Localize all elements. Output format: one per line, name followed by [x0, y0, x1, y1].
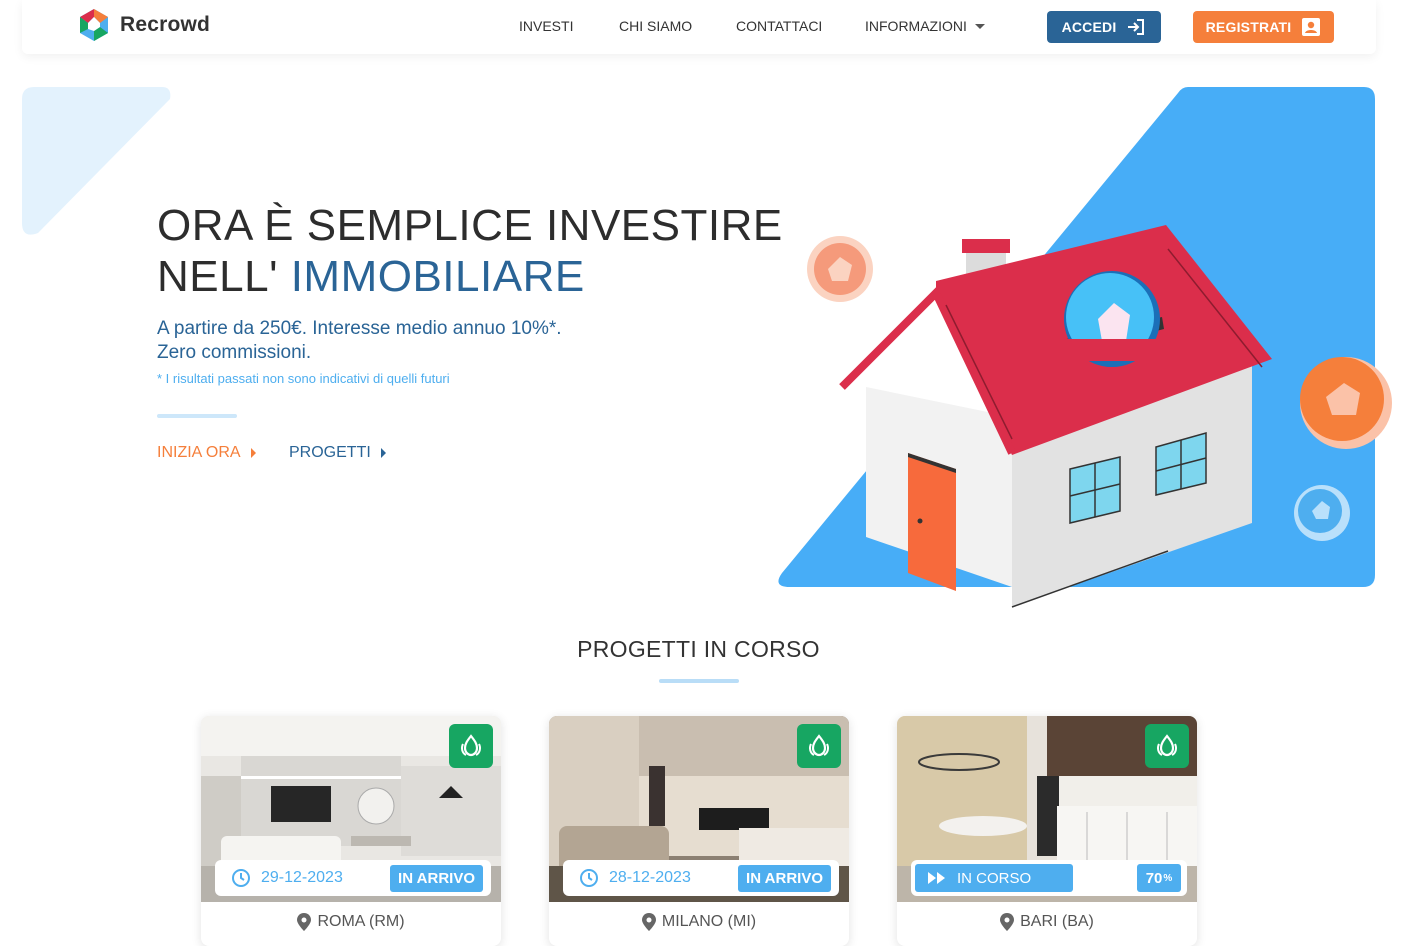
hero-subtitle: A partire da 250€. Interesse medio annuo… [157, 317, 562, 365]
project-card-bari[interactable]: IN CORSO 70% BARI (BA) [897, 716, 1197, 946]
hero-title-accent: IMMOBILIARE [290, 252, 585, 301]
hero-subtitle-line1: A partire da 250€. Interesse medio annuo… [157, 318, 562, 339]
project-status-bar: 28-12-2023 IN ARRIVO [563, 860, 839, 896]
project-photo: 28-12-2023 IN ARRIVO [549, 716, 849, 902]
login-button[interactable]: ACCEDI [1047, 11, 1161, 43]
projects-label: PROGETTI [289, 444, 371, 461]
chevron-right-icon [250, 448, 256, 458]
brand-name: Recrowd [120, 13, 211, 36]
brand-logo[interactable]: Recrowd [76, 6, 210, 44]
leaf-drop-icon [1157, 734, 1177, 757]
progress-unit: % [1163, 872, 1173, 884]
site-header: Recrowd INVESTI CHI SIAMO CONTATTACI INF… [22, 0, 1376, 54]
section-divider [659, 679, 739, 683]
project-location-label: MILANO (MI) [661, 913, 757, 930]
decorative-triangle-light [22, 87, 171, 235]
hero-house-illustration [778, 87, 1392, 608]
hero-disclaimer: * I risultati passati non sono indicativ… [157, 371, 450, 386]
start-now-label: INIZIA ORA [157, 444, 241, 461]
login-button-label: ACCEDI [1061, 19, 1117, 35]
projects-link[interactable]: PROGETTI [289, 444, 386, 462]
project-location: ROMA (RM) [201, 913, 501, 931]
running-status-label: IN CORSO [957, 869, 1032, 887]
hero-title-line2: NELL' [157, 252, 291, 301]
project-photo: IN CORSO 70% [897, 716, 1197, 902]
leaf-drop-icon [809, 734, 829, 757]
nav-chi-siamo[interactable]: CHI SIAMO [619, 18, 692, 34]
project-date: 29-12-2023 [231, 868, 343, 888]
nav-informazioni[interactable]: INFORMAZIONI [865, 18, 985, 34]
chevron-right-icon [380, 448, 386, 458]
project-location: MILANO (MI) [549, 913, 849, 931]
project-location-label: BARI (BA) [1020, 913, 1094, 930]
project-date-value: 29-12-2023 [261, 869, 343, 886]
caret-down-icon [974, 23, 985, 29]
register-button-label: REGISTRATI [1205, 19, 1292, 35]
hero-title: ORA È SEMPLICE INVESTIRE NELL' IMMOBILIA… [157, 200, 783, 302]
register-button[interactable]: REGISTRATI [1193, 11, 1334, 43]
map-pin-icon [641, 913, 656, 931]
clock-icon [580, 869, 598, 887]
project-location: BARI (BA) [897, 913, 1197, 931]
status-badge: IN ARRIVO [390, 865, 483, 892]
progress-value: 70 [1145, 869, 1163, 887]
progress-badge: 70% [1137, 864, 1181, 892]
user-card-icon [1302, 18, 1321, 36]
project-location-label: ROMA (RM) [317, 913, 405, 930]
project-photo: 29-12-2023 IN ARRIVO [201, 716, 501, 902]
eco-badge [1145, 724, 1189, 768]
project-card-roma[interactable]: 29-12-2023 IN ARRIVO ROMA (RM) [201, 716, 501, 946]
project-date-value: 28-12-2023 [609, 869, 691, 886]
hero-divider [157, 414, 237, 418]
nav-informazioni-label: INFORMAZIONI [865, 18, 967, 34]
recrowd-logo-icon [80, 9, 108, 41]
hero-subtitle-line2: Zero commissioni. [157, 342, 312, 363]
nav-contattaci[interactable]: CONTATTACI [736, 18, 822, 34]
map-pin-icon [297, 913, 312, 931]
project-status-bar: 29-12-2023 IN ARRIVO [215, 860, 491, 896]
map-pin-icon [1000, 913, 1015, 931]
section-title: PROGETTI IN CORSO [577, 636, 820, 662]
eco-badge [449, 724, 493, 768]
project-status-bar: IN CORSO 70% [911, 860, 1187, 896]
start-now-link[interactable]: INIZIA ORA [157, 444, 256, 462]
running-status: IN CORSO [915, 864, 1073, 892]
leaf-drop-icon [461, 734, 481, 757]
project-card-milano[interactable]: 28-12-2023 IN ARRIVO MILANO (MI) [549, 716, 849, 946]
hero-title-line1: ORA È SEMPLICE INVESTIRE [157, 201, 783, 250]
login-arrow-icon [1128, 19, 1145, 35]
nav-investi[interactable]: INVESTI [519, 18, 573, 34]
fast-forward-icon [928, 872, 945, 884]
clock-icon [232, 869, 250, 887]
project-date: 28-12-2023 [579, 868, 691, 888]
eco-badge [797, 724, 841, 768]
status-badge: IN ARRIVO [738, 865, 831, 892]
